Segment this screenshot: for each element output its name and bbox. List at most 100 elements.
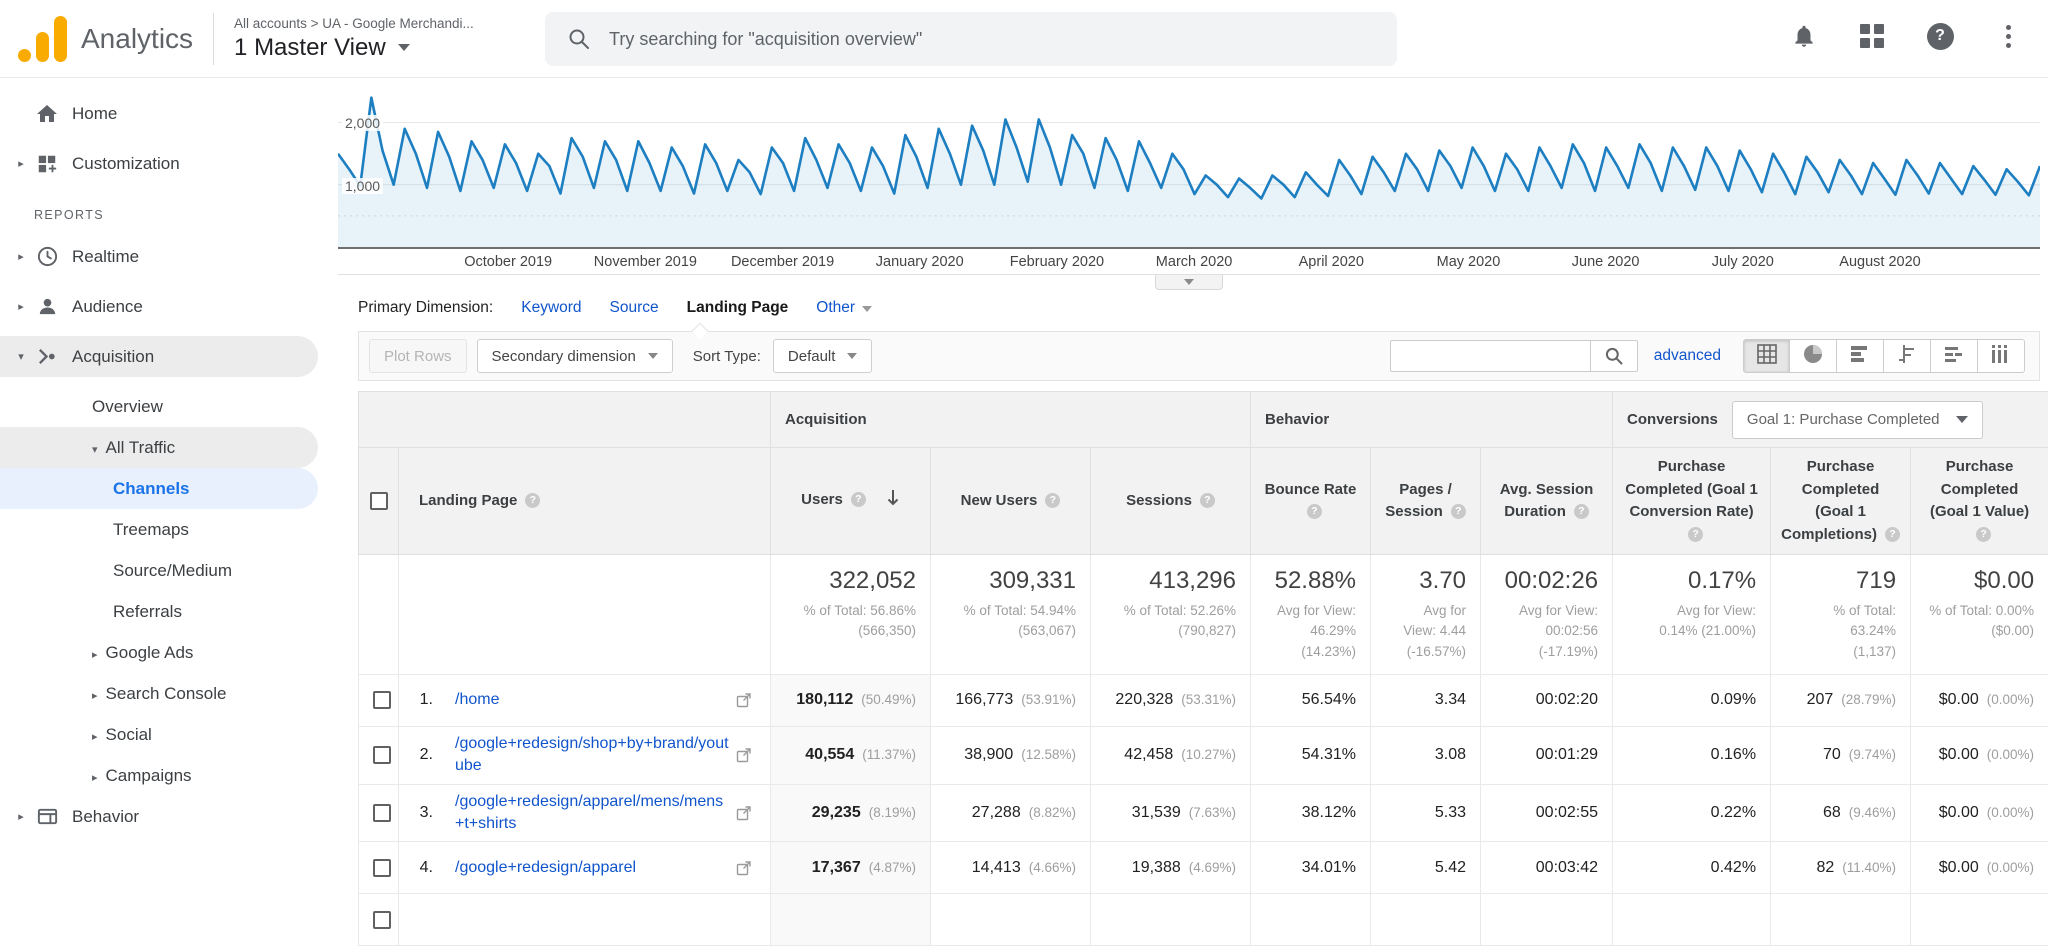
total-value: 322,052 xyxy=(785,567,916,595)
help-icon[interactable]: ? xyxy=(1307,504,1322,519)
help-icon[interactable]: ? xyxy=(1451,504,1466,519)
sidebar-item-all-traffic[interactable]: ▾All Traffic xyxy=(0,427,318,468)
apps-grid-icon[interactable] xyxy=(1858,22,1886,50)
help-icon[interactable]: ? xyxy=(1885,527,1900,542)
table-view-icon xyxy=(1756,343,1778,370)
sidebar-item-source-medium[interactable]: Source/Medium xyxy=(0,550,330,591)
column-header-avg_session_duration[interactable]: Avg. Session Duration? xyxy=(1481,448,1613,555)
total-goal_completions: 719% of Total: 63.24% (1,137) xyxy=(1771,555,1911,675)
help-icon[interactable]: ? xyxy=(1688,527,1703,542)
help-icon[interactable]: ? xyxy=(851,492,866,507)
x-axis-month-label: October 2019 xyxy=(464,254,552,270)
sort-type-dropdown[interactable]: Default xyxy=(773,339,873,373)
column-header-goal_completions[interactable]: Purchase Completed (Goal 1 Completions)? xyxy=(1771,448,1911,555)
open-in-new-icon[interactable] xyxy=(736,692,752,708)
goal-selector-dropdown[interactable]: Goal 1: Purchase Completed xyxy=(1732,401,1983,439)
table-search-input[interactable] xyxy=(1390,340,1590,372)
more-vert-icon[interactable] xyxy=(1994,22,2022,50)
metric-value: $0.00 xyxy=(1939,859,1979,876)
open-in-new-icon[interactable] xyxy=(736,747,752,763)
column-header-pages_session[interactable]: Pages / Session? xyxy=(1371,448,1481,555)
table-row: 1./home180,112(50.49%)166,773(53.91%)220… xyxy=(359,674,2048,726)
column-header-sessions[interactable]: Sessions? xyxy=(1091,448,1251,555)
sidebar-item-search-console[interactable]: ▸Search Console xyxy=(0,673,330,714)
dimension-other[interactable]: Other xyxy=(816,299,872,317)
landing-page-link[interactable]: /google+redesign/shop+by+brand/youtube xyxy=(455,733,730,778)
dimension-source[interactable]: Source xyxy=(610,299,659,317)
sidebar-item-google-ads[interactable]: ▸Google Ads xyxy=(0,632,330,673)
row-checkbox[interactable] xyxy=(373,859,391,877)
select-all-checkbox[interactable] xyxy=(370,492,388,510)
chart-plot-area[interactable]: 2,0001,000 xyxy=(338,79,2040,249)
column-header-bounce_rate[interactable]: Bounce Rate? xyxy=(1251,448,1371,555)
landing-page-link[interactable]: /google+redesign/apparel xyxy=(455,857,730,879)
row-number: 1. xyxy=(399,691,433,709)
help-icon[interactable]: ? xyxy=(1200,493,1215,508)
column-header-new_users[interactable]: New Users? xyxy=(931,448,1091,555)
metric-percent: (12.58%) xyxy=(1021,747,1076,762)
sidebar-item-realtime[interactable]: ▸Realtime xyxy=(0,236,330,277)
sidebar-item-channels[interactable]: Channels xyxy=(0,468,318,509)
breadcrumb[interactable]: All accounts > UA - Google Merchandi... xyxy=(234,16,474,31)
sidebar-item-social[interactable]: ▸Social xyxy=(0,714,330,755)
advanced-search-link[interactable]: advanced xyxy=(1654,347,1721,365)
sidebar-item-label: ▸Search Console xyxy=(92,684,227,704)
sidebar-item-acquisition[interactable]: ▾Acquisition xyxy=(0,336,318,377)
x-axis-month-label: December 2019 xyxy=(731,254,834,270)
chevron-down-icon: ▾ xyxy=(14,350,28,363)
row-checkbox[interactable] xyxy=(373,804,391,822)
sidebar-item-behavior[interactable]: ▸Behavior xyxy=(0,796,330,837)
row-checkbox[interactable] xyxy=(373,911,391,929)
help-icon[interactable]: ? xyxy=(1926,22,1954,50)
sidebar-item-customization[interactable]: ▸Customization xyxy=(0,143,330,184)
open-in-new-icon[interactable] xyxy=(736,805,752,821)
chart-collapse-button[interactable] xyxy=(1155,275,1223,290)
dimension-landing-page[interactable]: Landing Page xyxy=(687,299,789,317)
metric-percent: (53.91%) xyxy=(1021,692,1076,707)
global-search-input[interactable] xyxy=(609,29,1375,50)
view-term-cloud-button[interactable] xyxy=(1931,339,1978,373)
dimension-keyword[interactable]: Keyword xyxy=(521,299,581,317)
sidebar-item-treemaps[interactable]: Treemaps xyxy=(0,509,330,550)
sidebar-item-label: ▸Campaigns xyxy=(92,766,192,786)
plot-rows-button[interactable]: Plot Rows xyxy=(369,339,467,373)
column-header-goal_conversion_rate[interactable]: Purchase Completed (Goal 1 Conversion Ra… xyxy=(1613,448,1771,555)
view-performance-button[interactable] xyxy=(1837,339,1884,373)
view-percentage-button[interactable] xyxy=(1790,339,1837,373)
cell-sessions: 42,458(10.27%) xyxy=(1091,726,1251,784)
comparison-view-icon xyxy=(1896,343,1918,370)
sidebar-item-home[interactable]: Home xyxy=(0,93,330,134)
open-in-new-icon[interactable] xyxy=(736,860,752,876)
help-icon[interactable]: ? xyxy=(1976,527,1991,542)
row-checkbox[interactable] xyxy=(373,746,391,764)
chart-x-axis: October 2019November 2019December 2019Ja… xyxy=(338,249,2040,275)
landing-page-link[interactable]: /google+redesign/apparel/mens/mens+t+shi… xyxy=(455,791,730,836)
global-search[interactable] xyxy=(545,12,1397,66)
view-table-button[interactable] xyxy=(1743,339,1790,373)
help-icon[interactable]: ? xyxy=(525,493,540,508)
sort-descending-icon[interactable] xyxy=(886,493,900,510)
view-pivot-button[interactable] xyxy=(1978,339,2025,373)
column-header-landing_page[interactable]: Landing Page? xyxy=(399,448,771,555)
sidebar-item-audience[interactable]: ▸Audience xyxy=(0,286,330,327)
sidebar-item-referrals[interactable]: Referrals xyxy=(0,591,330,632)
column-header-users[interactable]: Users? xyxy=(771,448,931,555)
table-search-button[interactable] xyxy=(1590,340,1638,372)
secondary-dimension-dropdown[interactable]: Secondary dimension xyxy=(477,339,673,373)
column-header-goal_value[interactable]: Purchase Completed (Goal 1 Value)? xyxy=(1911,448,2048,555)
view-selector[interactable]: 1 Master View xyxy=(234,34,474,62)
landing-page-link[interactable]: /home xyxy=(455,689,730,711)
row-checkbox[interactable] xyxy=(373,691,391,709)
bell-icon[interactable] xyxy=(1790,22,1818,50)
help-icon[interactable]: ? xyxy=(1574,504,1589,519)
sidebar-item-campaigns[interactable]: ▸Campaigns xyxy=(0,755,330,796)
total-subtext: % of Total: 52.26% (790,827) xyxy=(1105,601,1236,642)
cell-empty xyxy=(1091,894,1251,946)
analytics-logo-icon[interactable] xyxy=(18,16,67,62)
view-comparison-button[interactable] xyxy=(1884,339,1931,373)
help-icon[interactable]: ? xyxy=(1045,493,1060,508)
sidebar-nav: Home▸CustomizationREPORTS▸Realtime▸Audie… xyxy=(0,79,330,873)
sidebar-item-overview[interactable]: Overview xyxy=(0,386,330,427)
total-subtext: Avg for View: 0.14% (21.00%) xyxy=(1627,601,1756,642)
total-goal_conversion_rate: 0.17%Avg for View: 0.14% (21.00%) xyxy=(1613,555,1771,675)
